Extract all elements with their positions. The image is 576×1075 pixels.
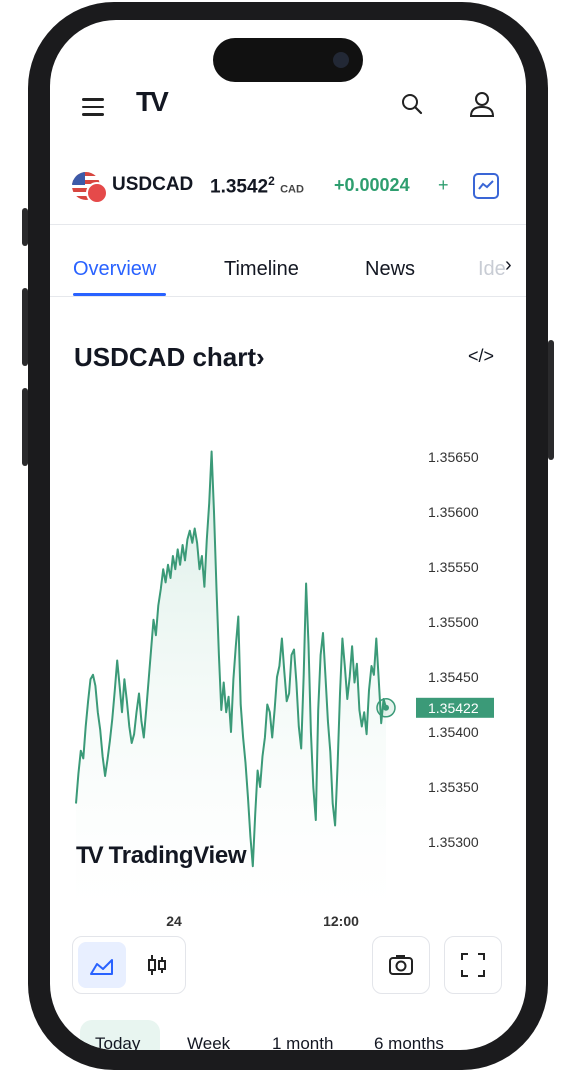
camera-icon[interactable] xyxy=(372,936,430,994)
side-button xyxy=(22,208,28,246)
y-tick-label: 1.35650 xyxy=(428,449,479,465)
tradingview-logo[interactable]: TV xyxy=(136,86,169,118)
last-price-label: 1.35422 xyxy=(428,700,479,716)
tab-timeline[interactable]: Timeline xyxy=(224,258,299,281)
tab-overview[interactable]: Overview xyxy=(73,258,156,281)
app-screen: TV USDCAD 1.35422 CAD +0.00024 + Overvie… xyxy=(50,20,526,1050)
tabs-divider xyxy=(50,296,526,297)
last-point-dot xyxy=(383,704,389,711)
ticker-symbol: USDCAD xyxy=(112,174,194,195)
y-tick-label: 1.35400 xyxy=(428,724,479,740)
y-tick-label: 1.35550 xyxy=(428,559,479,575)
x-tick-label: 12:00 xyxy=(323,913,359,929)
ticker-change-suffix: + xyxy=(438,175,449,195)
tab-news[interactable]: News xyxy=(365,258,415,281)
ticker-change: +0.00024 xyxy=(334,175,410,195)
tab-ideas[interactable]: Ide xyxy=(478,258,508,281)
chart-icon-button[interactable] xyxy=(473,173,499,199)
ticker-currency: CAD xyxy=(280,183,304,196)
search-icon[interactable] xyxy=(400,92,424,116)
y-tick-label: 1.35350 xyxy=(428,779,479,795)
fullscreen-icon[interactable] xyxy=(444,936,502,994)
dynamic-island xyxy=(213,38,363,82)
ticker-bar: USDCAD 1.35422 CAD +0.00024 + xyxy=(50,162,526,210)
candlestick-icon[interactable] xyxy=(135,942,179,988)
y-tick-label: 1.35300 xyxy=(428,834,479,850)
period-week[interactable]: Week xyxy=(187,1034,230,1050)
period-6-months[interactable]: 6 months xyxy=(374,1034,444,1050)
y-tick-label: 1.35500 xyxy=(428,614,479,630)
user-icon[interactable] xyxy=(469,90,495,118)
x-tick-label: 24 xyxy=(166,913,182,929)
tradingview-watermark: TV TradingView xyxy=(76,842,247,869)
line-chart-icon[interactable] xyxy=(78,942,126,988)
power-button xyxy=(548,340,554,460)
y-tick-label: 1.35600 xyxy=(428,504,479,520)
volume-down-button xyxy=(22,388,28,466)
volume-up-button xyxy=(22,288,28,366)
period-today[interactable]: Today xyxy=(95,1034,140,1050)
hamburger-menu-icon[interactable] xyxy=(82,98,104,121)
chart-type-group xyxy=(72,936,186,994)
y-tick-label: 1.35450 xyxy=(428,669,479,685)
period-1-month[interactable]: 1 month xyxy=(272,1034,333,1050)
chart-title[interactable]: USDCAD chart› xyxy=(74,342,265,373)
embed-code-icon[interactable]: </> xyxy=(468,346,494,367)
divider xyxy=(50,224,526,225)
tabs-scroll-right-icon[interactable]: › xyxy=(505,254,512,277)
canada-flag-icon xyxy=(86,182,108,204)
ticker-price: 1.35422 CAD xyxy=(210,174,304,198)
